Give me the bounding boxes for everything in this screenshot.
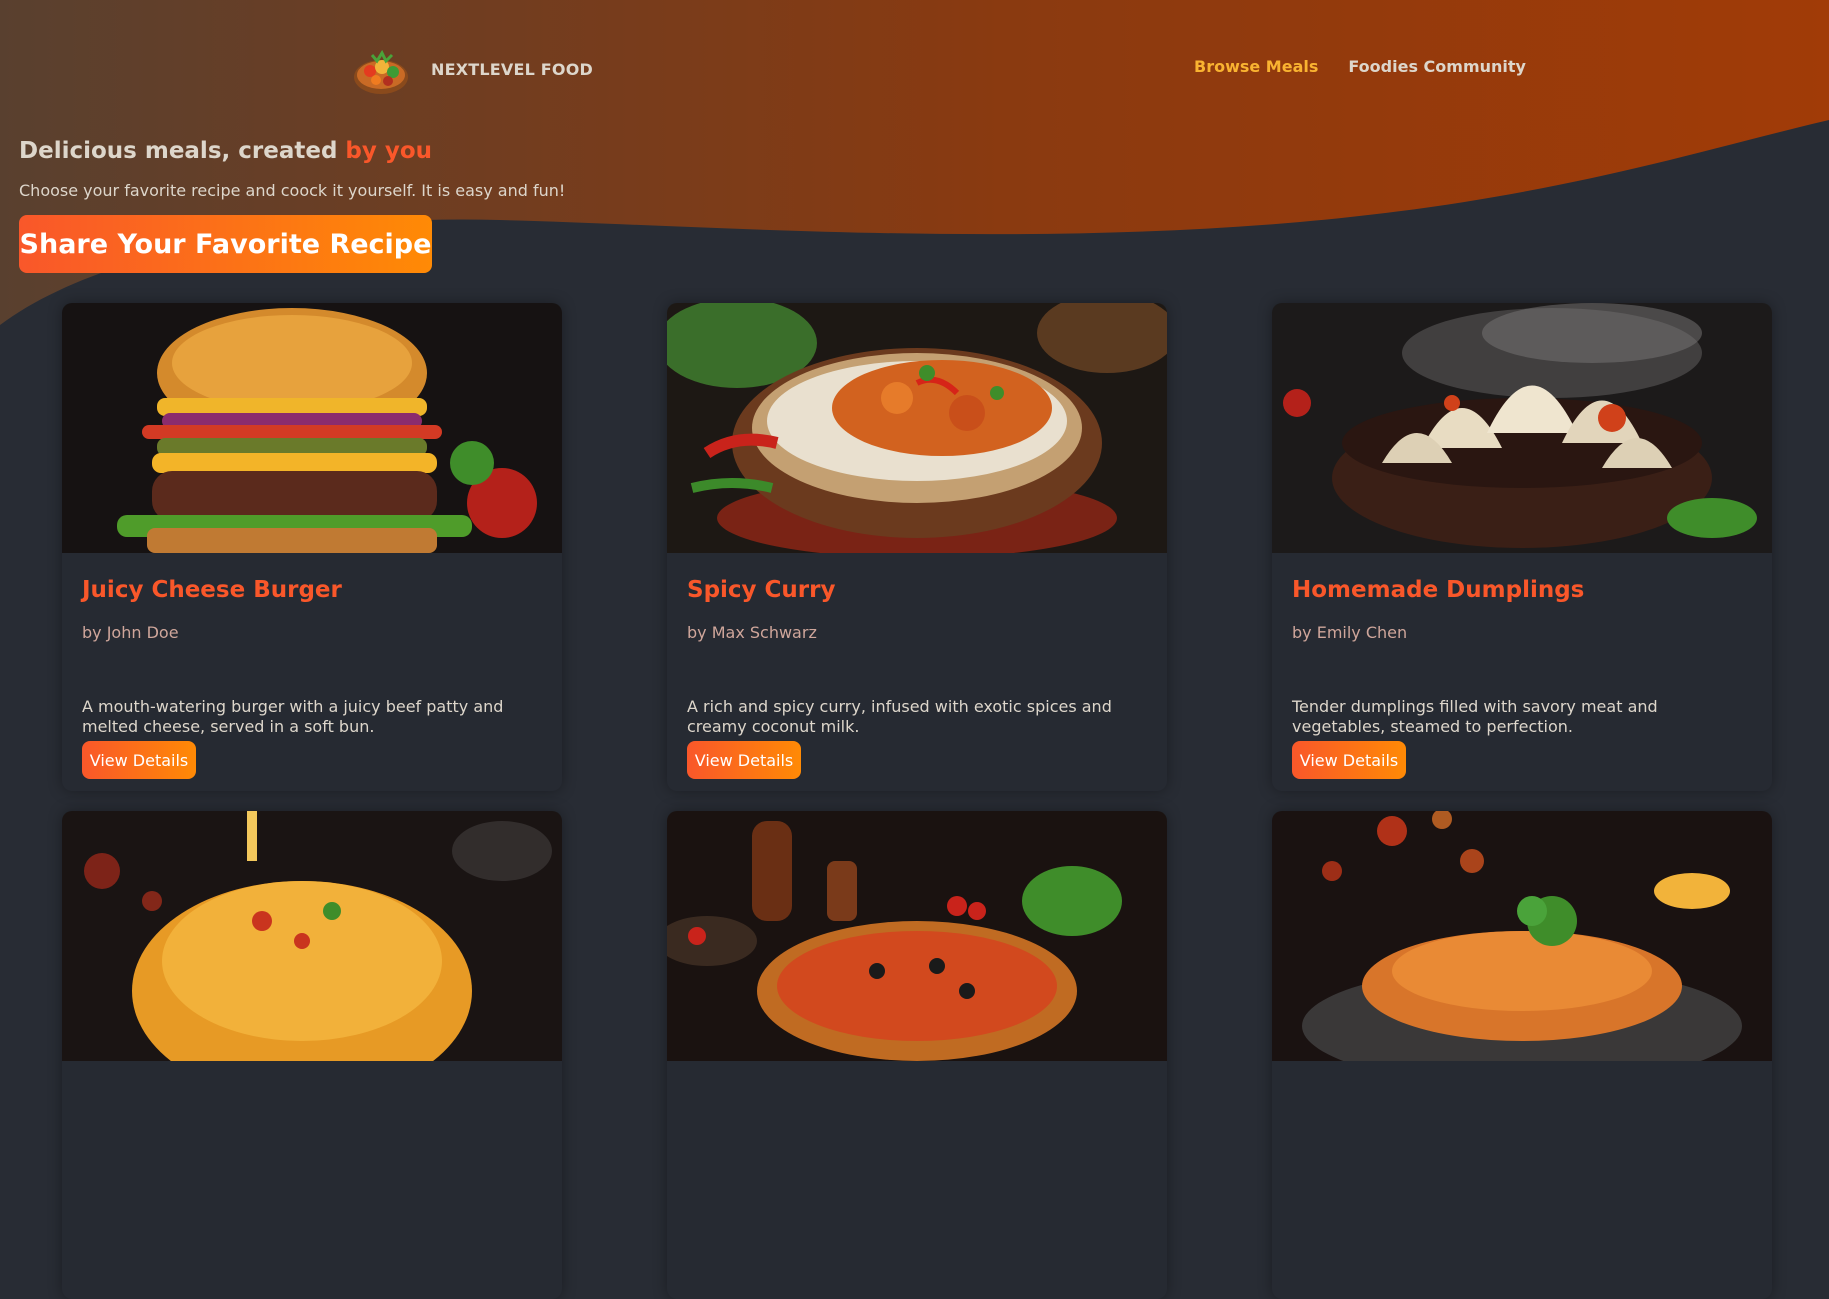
meal-title: Spicy Curry	[687, 577, 836, 603]
meal-creator: by Emily Chen	[1292, 623, 1408, 642]
pizza-image	[667, 811, 1167, 1061]
main-header: NEXTLEVEL FOOD Browse Meals Foodies Comm…	[0, 0, 1829, 140]
view-details-button[interactable]: View Details	[1292, 741, 1406, 779]
logo-text: NEXTLEVEL FOOD	[431, 59, 593, 79]
meal-summary: A rich and spicy curry, infused with exo…	[687, 697, 1112, 736]
curry-image	[667, 303, 1167, 553]
nav-foodies-community[interactable]: Foodies Community	[1348, 57, 1526, 76]
meal-card	[1272, 811, 1772, 1299]
hero-subtitle: Choose your favorite recipe and coock it…	[19, 181, 566, 200]
hero-title-highlight: by you	[345, 138, 433, 164]
meal-creator: by Max Schwarz	[687, 623, 817, 642]
meal-title: Juicy Cheese Burger	[82, 577, 342, 603]
hero-title-text: Delicious meals, created	[19, 138, 346, 164]
view-details-button[interactable]: View Details	[687, 741, 801, 779]
burger-image	[62, 303, 562, 553]
view-details-button[interactable]: View Details	[82, 741, 196, 779]
meal-card: Juicy Cheese Burger by John Doe A mouth-…	[62, 303, 562, 791]
meal-creator: by John Doe	[82, 623, 179, 642]
meal-summary: Tender dumplings filled with savory meat…	[1292, 697, 1658, 736]
logo-food-icon	[354, 49, 408, 94]
dumplings-image	[1272, 303, 1772, 553]
hero-section: Delicious meals, created by you Choose y…	[19, 138, 565, 200]
share-recipe-button[interactable]: Share Your Favorite Recipe	[19, 215, 432, 273]
meal-card	[62, 811, 562, 1299]
meal-summary: A mouth-watering burger with a juicy bee…	[82, 697, 504, 736]
meal-card	[667, 811, 1167, 1299]
meals-grid: Juicy Cheese Burger by John Doe A mouth-…	[62, 303, 1773, 1299]
macaroni-image	[62, 811, 562, 1061]
meal-title: Homemade Dumplings	[1292, 577, 1585, 603]
main-nav: Browse Meals Foodies Community	[1194, 57, 1526, 76]
meal-card: Spicy Curry by Max Schwarz A rich and sp…	[667, 303, 1167, 791]
schnitzel-image	[1272, 811, 1772, 1061]
meal-card: Homemade Dumplings by Emily Chen Tender …	[1272, 303, 1772, 791]
logo-link[interactable]: NEXTLEVEL FOOD	[352, 41, 593, 97]
hero-title: Delicious meals, created by you	[19, 138, 565, 164]
nav-browse-meals[interactable]: Browse Meals	[1194, 57, 1318, 76]
